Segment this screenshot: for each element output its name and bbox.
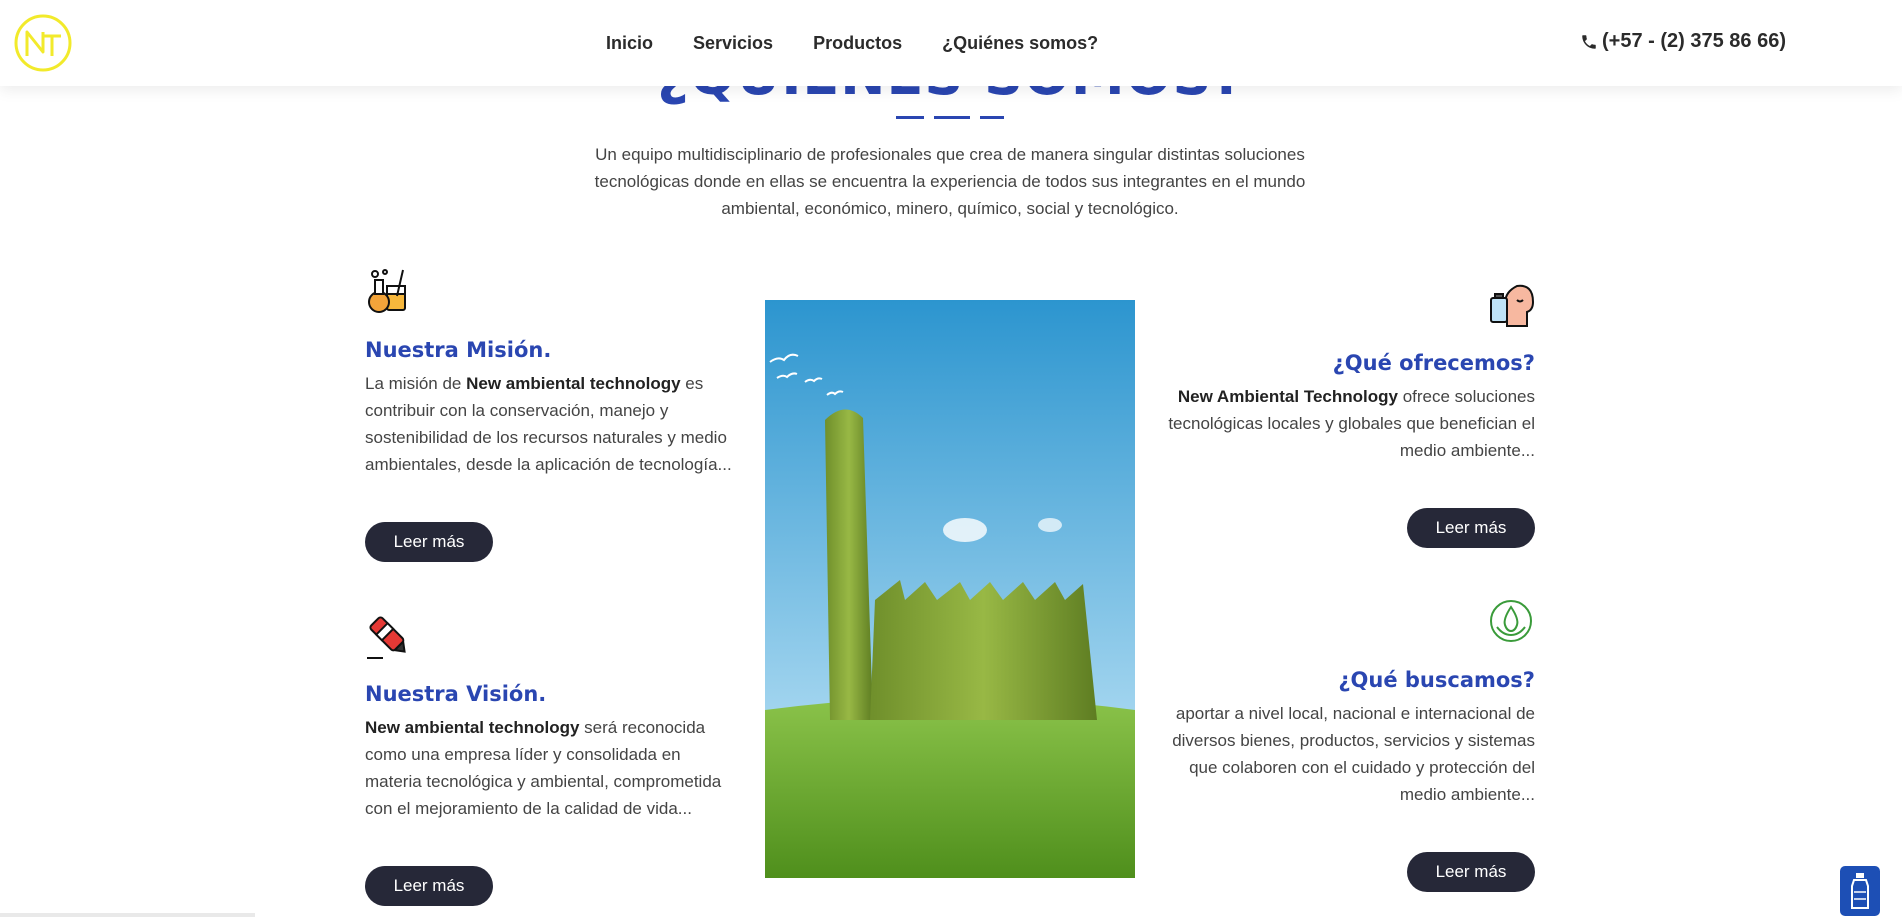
- mision-company: New ambiental technology: [466, 374, 681, 393]
- mision-text: La misión de New ambiental technology es…: [365, 370, 735, 478]
- green-factory-image: [765, 300, 1135, 878]
- vision-read-more-button[interactable]: Leer más: [365, 866, 493, 906]
- buscamos-title: ¿Qué buscamos?: [1338, 668, 1535, 692]
- vision-card: Nuestra Visión. New ambiental technology…: [365, 682, 735, 822]
- nav-productos[interactable]: Productos: [813, 33, 902, 54]
- vision-title: Nuestra Visión.: [365, 682, 547, 706]
- ofrecemos-card: ¿Qué ofrecemos? New Ambiental Technology…: [1165, 351, 1535, 464]
- marker-pen-icon: [367, 616, 406, 659]
- phone-link[interactable]: (+57 - (2) 375 86 66): [1580, 30, 1786, 53]
- floating-widget-button[interactable]: [1840, 866, 1880, 916]
- person-drinking-icon: [1490, 284, 1535, 327]
- vision-text: New ambiental technology será reconocida…: [365, 714, 735, 822]
- buscamos-read-more-button[interactable]: Leer más: [1407, 852, 1535, 892]
- bottom-edge-bar: [0, 913, 255, 917]
- title-underline: [896, 116, 1004, 119]
- buscamos-card: ¿Qué buscamos? aportar a nivel local, na…: [1165, 668, 1535, 808]
- ofrecemos-company: New Ambiental Technology: [1177, 387, 1398, 406]
- mision-title: Nuestra Misión.: [365, 338, 552, 362]
- phone-icon: [1582, 34, 1596, 49]
- nav-quienes-somos[interactable]: ¿Quiénes somos?: [942, 33, 1098, 54]
- mision-read-more-button[interactable]: Leer más: [365, 522, 493, 562]
- eco-water-drop-icon: [1490, 600, 1532, 642]
- nt-logo[interactable]: [12, 12, 74, 74]
- site-header: Inicio Servicios Productos ¿Quiénes somo…: [0, 0, 1902, 86]
- ofrecemos-title: ¿Qué ofrecemos?: [1332, 351, 1535, 375]
- mision-card: Nuestra Misión. La misión de New ambient…: [365, 338, 735, 478]
- water-bottle-icon: [1851, 873, 1869, 909]
- ofrecemos-text: New Ambiental Technology ofrece solucion…: [1165, 383, 1535, 464]
- section-intro: Un equipo multidisciplinario de profesio…: [594, 145, 1306, 218]
- mision-text-start: La misión de: [365, 374, 467, 393]
- nav-inicio[interactable]: Inicio: [606, 33, 653, 54]
- vision-company: New ambiental technology: [365, 718, 580, 737]
- chemistry-lab-icon: [368, 269, 406, 313]
- buscamos-text: aportar a nivel local, nacional e intern…: [1172, 704, 1535, 804]
- phone-number: (+57 - (2) 375 86 66): [1602, 30, 1786, 52]
- main-nav: Inicio Servicios Productos ¿Quiénes somo…: [606, 0, 1098, 86]
- ofrecemos-read-more-button[interactable]: Leer más: [1407, 508, 1535, 548]
- nav-servicios[interactable]: Servicios: [693, 33, 773, 54]
